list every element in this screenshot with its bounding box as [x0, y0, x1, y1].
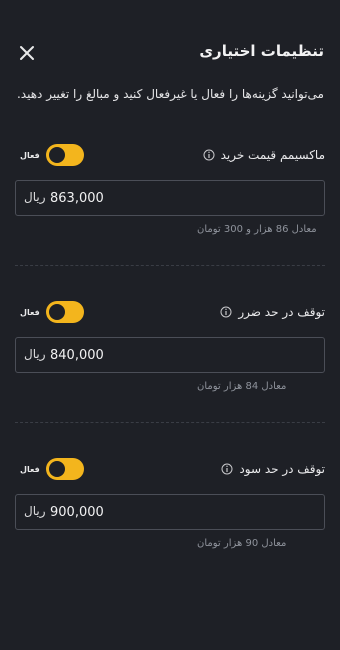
price-input[interactable]	[50, 338, 250, 372]
toggle-knob	[48, 304, 65, 320]
section-stop-loss: توقف در حد ضرر فعال ریال معادل 84 هزار ت…	[15, 301, 325, 392]
price-field[interactable]: ریال	[15, 180, 325, 216]
section-max-buy-price: ماکسیمم قیمت خرید فعال ریال معادل 86 هزا…	[15, 144, 325, 235]
equivalent-hint: معادل 86 هزار و 300 تومان	[197, 224, 317, 235]
price-field[interactable]: ریال	[15, 337, 325, 373]
header: تنظیمات اختیاری	[0, 38, 340, 68]
price-input[interactable]	[50, 495, 250, 529]
divider	[15, 422, 325, 423]
toggle-label: فعال	[20, 464, 40, 474]
toggle-label: فعال	[20, 307, 40, 317]
description-text: می‌توانید گزینه‌ها را فعال یا غیرفعال کن…	[16, 87, 324, 101]
section-take-profit: توقف در حد سود فعال ریال معادل 90 هزار ت…	[15, 458, 325, 549]
section-label: توقف در حد سود	[239, 462, 325, 476]
info-icon[interactable]	[220, 306, 232, 318]
active-toggle[interactable]	[45, 144, 84, 166]
currency-unit: ریال	[24, 504, 46, 518]
toggle-knob	[48, 147, 65, 163]
toggle-knob	[48, 461, 65, 477]
active-toggle[interactable]	[45, 301, 84, 323]
currency-unit: ریال	[24, 347, 46, 361]
equivalent-hint: معادل 90 هزار تومان	[197, 538, 287, 549]
close-icon[interactable]	[16, 42, 38, 64]
equivalent-hint: معادل 84 هزار تومان	[197, 381, 287, 392]
info-icon[interactable]	[203, 149, 215, 161]
toggle-label: فعال	[20, 150, 40, 160]
price-field[interactable]: ریال	[15, 494, 325, 530]
page-title: تنظیمات اختیاری	[199, 42, 324, 60]
section-label: توقف در حد ضرر	[238, 305, 325, 319]
section-label: ماکسیمم قیمت خرید	[220, 148, 325, 162]
price-input[interactable]	[50, 181, 250, 215]
active-toggle[interactable]	[45, 458, 84, 480]
info-icon[interactable]	[221, 463, 233, 475]
currency-unit: ریال	[24, 190, 46, 204]
divider	[15, 265, 325, 266]
